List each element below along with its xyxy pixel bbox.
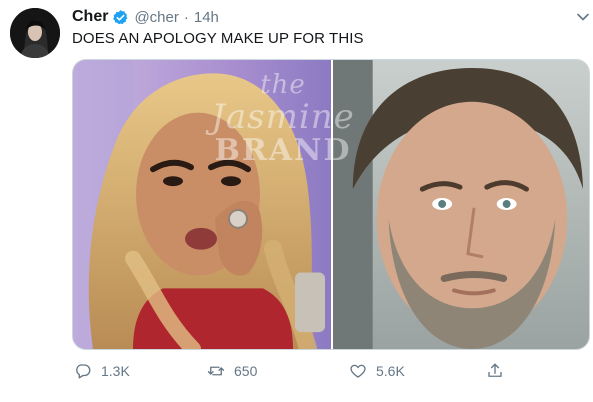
verified-badge-icon xyxy=(112,9,129,26)
like-count: 5.6K xyxy=(376,363,405,379)
reply-count: 1.3K xyxy=(101,363,130,379)
tweet-actions: 1.3K 650 5.6K xyxy=(72,362,590,384)
separator-dot: · xyxy=(183,8,189,26)
avatar-image xyxy=(10,8,60,58)
share-button[interactable] xyxy=(486,362,504,380)
tweet-media[interactable] xyxy=(72,59,590,350)
chevron-down-icon[interactable] xyxy=(576,10,590,24)
media-image-left[interactable] xyxy=(73,60,331,349)
display-name[interactable]: Cher xyxy=(72,8,108,26)
reply-icon xyxy=(76,364,91,379)
tweet-text: DOES AN APOLOGY MAKE UP FOR THIS xyxy=(72,30,364,47)
retweet-button[interactable]: 650 xyxy=(207,362,257,380)
heart-icon xyxy=(350,364,366,378)
tweet-card: Cher @cher · 14h DOES AN APOLOGY MAKE UP… xyxy=(0,0,593,402)
retweet-icon xyxy=(207,366,225,376)
media-image-right[interactable] xyxy=(331,60,589,349)
reply-button[interactable]: 1.3K xyxy=(74,362,130,380)
timestamp[interactable]: 14h xyxy=(194,9,219,26)
avatar[interactable] xyxy=(10,8,60,58)
tweet-header: Cher @cher · 14h xyxy=(72,6,219,28)
user-handle[interactable]: @cher xyxy=(134,9,178,26)
retweet-count: 650 xyxy=(234,363,258,379)
like-button[interactable]: 5.6K xyxy=(349,362,405,380)
share-icon xyxy=(488,363,502,377)
